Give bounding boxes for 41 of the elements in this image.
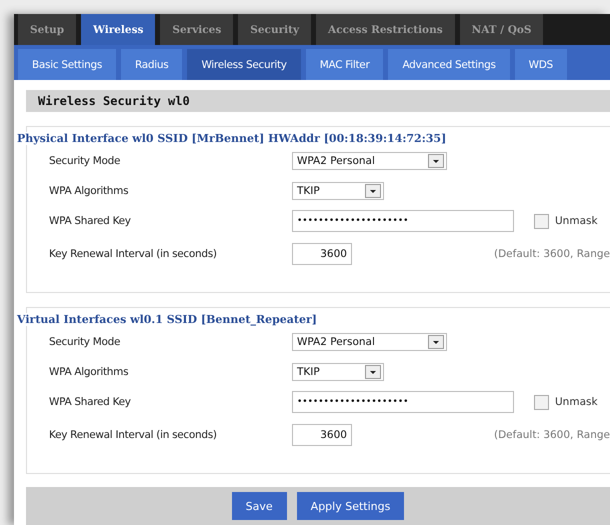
sub-tab[interactable]: Radius — [121, 49, 182, 80]
input-field[interactable]: 3600 — [292, 243, 352, 265]
field-label: Key Renewal Interval (in seconds) — [49, 248, 218, 260]
field-label: WPA Algorithms — [49, 366, 130, 378]
sub-tab[interactable]: MAC Filter — [306, 49, 384, 80]
input-field[interactable]: ••••••••••••••••••••• — [292, 210, 514, 232]
nav-tab[interactable]: Setup — [18, 14, 76, 45]
field-label: WPA Shared Key — [49, 215, 132, 227]
dropdown[interactable]: TKIP — [292, 182, 384, 200]
dropdown[interactable]: TKIP — [292, 363, 384, 381]
sub-tab[interactable]: WDS — [514, 49, 567, 80]
caret-icon — [428, 154, 444, 168]
sub-tab[interactable]: Basic Settings — [18, 49, 116, 80]
field-label: Key Renewal Interval (in seconds) — [49, 429, 218, 441]
nav-tab[interactable]: Services — [160, 14, 234, 45]
caret-icon — [365, 365, 381, 379]
hint-text: (Default: 3600, Range — [494, 429, 610, 441]
sub-tab[interactable]: Advanced Settings — [388, 49, 510, 80]
caret-icon — [428, 335, 444, 349]
hint-text: (Default: 3600, Range — [494, 248, 610, 260]
input-field[interactable]: ••••••••••••••••••••• — [292, 391, 514, 413]
caret-icon — [365, 184, 381, 198]
section-title: Wireless Security wl0 — [26, 90, 610, 112]
sub-tab[interactable]: Wireless Security — [187, 49, 301, 80]
field-label: WPA Shared Key — [49, 396, 132, 408]
save-button[interactable]: Save — [232, 492, 287, 520]
field-label: Security Mode — [49, 336, 122, 348]
nav-tab[interactable]: Security — [238, 14, 312, 45]
input-field[interactable]: 3600 — [292, 424, 352, 446]
checkbox[interactable] — [534, 394, 549, 410]
field-label: WPA Algorithms — [49, 185, 130, 197]
nav-tab[interactable]: NAT / QoS — [460, 14, 544, 45]
dropdown[interactable]: WPA2 Personal — [292, 333, 447, 351]
checkbox-label: Unmask — [555, 396, 598, 408]
checkbox[interactable] — [534, 214, 549, 228]
checkbox-label: Unmask — [555, 215, 598, 227]
nav-tab[interactable]: Wireless — [81, 14, 156, 45]
dropdown[interactable]: WPA2 Personal — [292, 152, 447, 170]
apply-button[interactable]: Apply Settings — [296, 492, 404, 520]
field-label: Security Mode — [49, 155, 122, 167]
nav-tab[interactable]: Access Restrictions — [316, 14, 455, 45]
